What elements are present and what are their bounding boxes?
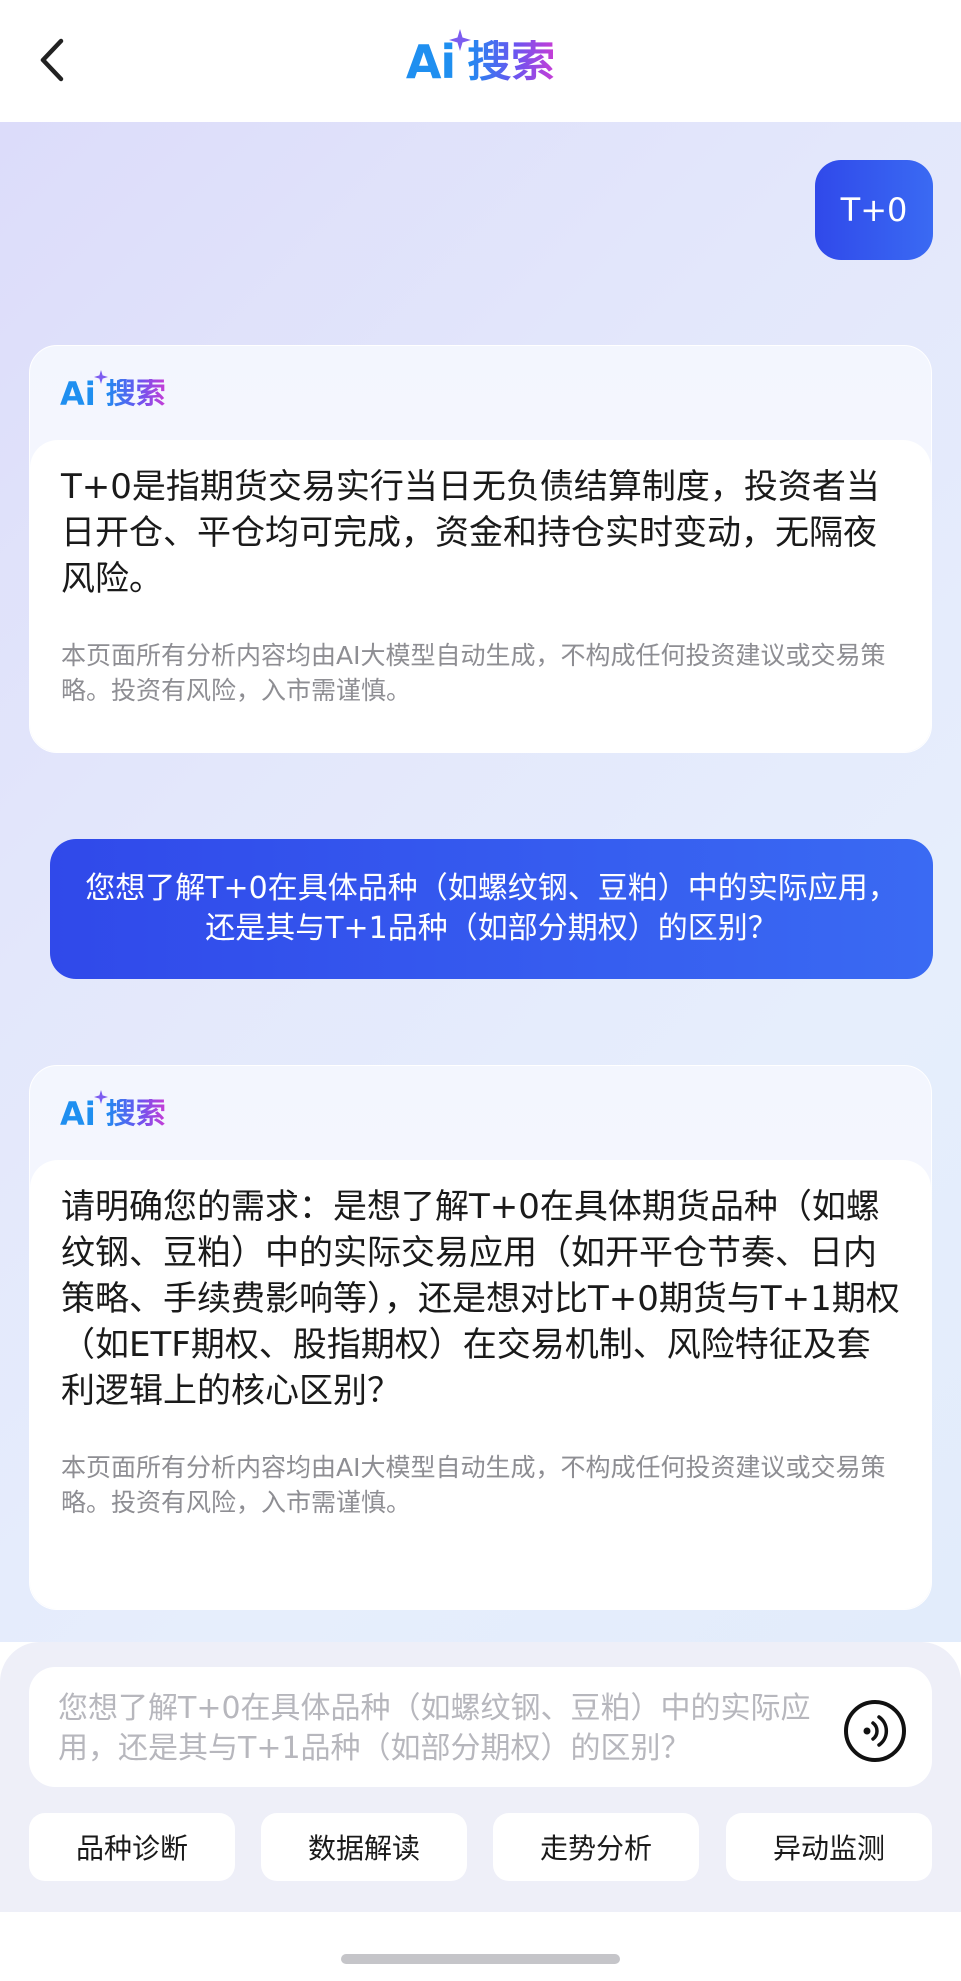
- quick-action-button[interactable]: 异动监测: [726, 1813, 932, 1881]
- ai-card-header: Ai 搜索: [60, 1090, 166, 1134]
- ai-disclaimer: 本页面所有分析内容均由AI大模型自动生成，不构成任何投资建议或交易策略。投资有风…: [61, 641, 886, 705]
- ai-card-title: 搜索: [105, 376, 166, 411]
- input-panel: 您想了解T+0在具体品种（如螺纹钢、豆粕）中的实际应用，还是其与T+1品种（如部…: [0, 1642, 961, 1912]
- header-bar: Ai 搜索: [0, 0, 961, 122]
- ai-answer-text: T+0是指期货交易实行当日无负债结算制度，投资者当日开仓、平仓均可完成，资金和持…: [61, 467, 880, 599]
- ai-logo-mark: Ai: [60, 1090, 108, 1130]
- suggested-question-bubble[interactable]: 您想了解T+0在具体品种（如螺纹钢、豆粕）中的实际应用，还是其与T+1品种（如部…: [50, 839, 933, 979]
- quick-action-button[interactable]: 走势分析: [493, 1813, 699, 1881]
- app-logo: Ai 搜索: [0, 29, 961, 94]
- sparkle-icon: [93, 1090, 108, 1104]
- voice-input-icon: [863, 1715, 889, 1747]
- quick-action-button[interactable]: 数据解读: [261, 1813, 467, 1881]
- ai-answer-body: T+0是指期货交易实行当日无负债结算制度，投资者当日开仓、平仓均可完成，资金和持…: [30, 440, 931, 752]
- voice-button[interactable]: [844, 1700, 906, 1762]
- question-input[interactable]: 您想了解T+0在具体品种（如螺纹钢、豆粕）中的实际应用，还是其与T+1品种（如部…: [29, 1667, 932, 1787]
- sparkle-icon: [93, 370, 108, 384]
- logo-mark: Ai: [406, 29, 472, 85]
- ai-answer-text: 请明确您的需求：是想了解T+0在具体期货品种（如螺纹钢、豆粕）中的实际交易应用（…: [61, 1187, 900, 1411]
- ai-card-header: Ai 搜索: [60, 370, 166, 414]
- ai-answer-card: Ai 搜索 请明确您的需求：是想了解T+0在具体期货品种（如螺纹钢、豆粕）中的实…: [29, 1065, 932, 1610]
- quick-action-button[interactable]: 品种诊断: [29, 1813, 235, 1881]
- ai-answer-body: 请明确您的需求：是想了解T+0在具体期货品种（如螺纹钢、豆粕）中的实际交易应用（…: [30, 1160, 931, 1609]
- bottom-panel: 您想了解T+0在具体品种（如螺纹钢、豆粕）中的实际应用，还是其与T+1品种（如部…: [0, 1642, 961, 1981]
- sparkle-icon: [449, 29, 472, 51]
- ai-logo-mark: Ai: [60, 370, 108, 410]
- ai-answer-card: Ai 搜索 T+0是指期货交易实行当日无负债结算制度，投资者当日开仓、平仓均可完…: [29, 345, 932, 753]
- input-placeholder[interactable]: 您想了解T+0在具体品种（如螺纹钢、豆粕）中的实际应用，还是其与T+1品种（如部…: [58, 1689, 848, 1789]
- home-indicator[interactable]: [341, 1954, 620, 1964]
- ai-card-title: 搜索: [105, 1096, 166, 1131]
- user-message-bubble: T+0: [815, 160, 933, 260]
- ai-disclaimer: 本页面所有分析内容均由AI大模型自动生成，不构成任何投资建议或交易策略。投资有风…: [61, 1453, 886, 1517]
- logo-title: 搜索: [467, 36, 556, 87]
